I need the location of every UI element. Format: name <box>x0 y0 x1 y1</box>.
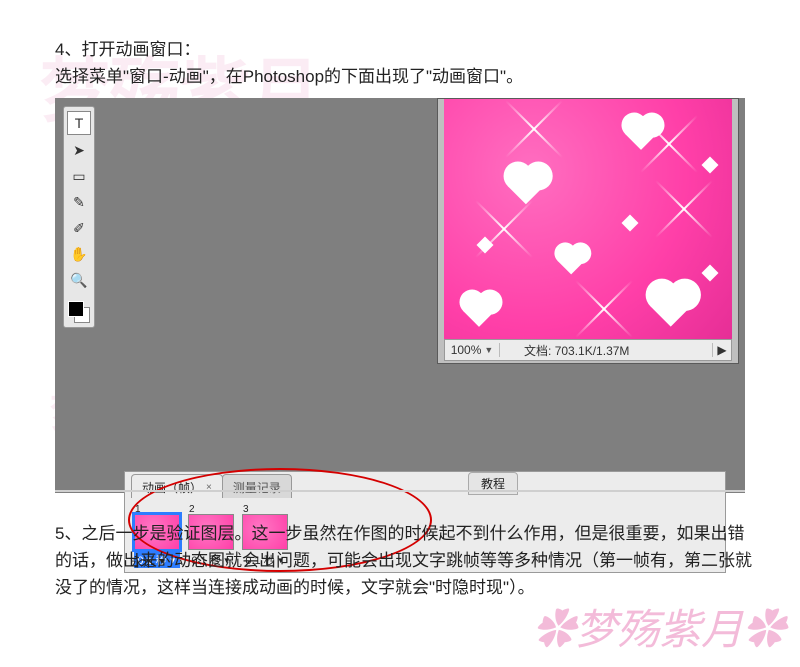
chevron-down-icon: ▼ <box>484 345 493 355</box>
signature-icon: ✿梦殇紫月✿ <box>533 596 785 657</box>
canvas-art[interactable] <box>444 99 732 339</box>
heart-icon <box>558 246 587 275</box>
tab-measure-log[interactable]: 测量记录 <box>222 474 292 498</box>
tab-label: 动画（帧） <box>142 479 202 496</box>
doc-info: 文档: 703.1K/1.37M <box>500 342 712 359</box>
zoom-level[interactable]: 100% ▼ <box>445 343 500 357</box>
canvas-statusbar: 100% ▼ 文档: 703.1K/1.37M ▶ <box>444 339 732 361</box>
tutorial-step5: 5、之后一步是验证图层。这一步虽然在作图的时候起不到什么作用，但是很重要，如果出… <box>55 520 755 602</box>
zoom-tool[interactable]: 🔍 <box>68 269 90 291</box>
scroll-right-icon[interactable]: ▶ <box>712 343 731 357</box>
diamond-icon <box>622 215 639 232</box>
frame-number: 2 <box>189 504 195 514</box>
zoom-value: 100% <box>451 343 482 357</box>
color-swatches[interactable] <box>68 301 90 323</box>
step4-body: 选择菜单"窗口-动画"，在Photoshop的下面出现了"动画窗口"。 <box>55 63 755 90</box>
notes-tool[interactable]: ✎ <box>68 191 90 213</box>
divider <box>55 490 745 492</box>
hand-tool[interactable]: ✋ <box>68 243 90 265</box>
heart-icon <box>508 166 546 204</box>
eyedropper-tool[interactable]: ✐ <box>68 217 90 239</box>
heart-icon <box>650 283 693 326</box>
tab-label: 测量记录 <box>233 479 281 496</box>
heart-icon <box>625 116 659 150</box>
tutorial-step4: 4、打开动画窗口： 选择菜单"窗口-动画"，在Photoshop的下面出现了"动… <box>55 36 755 90</box>
path-select-tool[interactable]: ➤ <box>68 139 90 161</box>
photoshop-screenshot: T ➤ ▭ ✎ ✐ ✋ 🔍 10 <box>55 98 745 493</box>
rectangle-tool[interactable]: ▭ <box>68 165 90 187</box>
heart-icon <box>463 293 497 327</box>
ps-toolbar: T ➤ ▭ ✎ ✐ ✋ 🔍 <box>63 106 95 328</box>
fg-swatch[interactable] <box>68 301 84 317</box>
type-tool[interactable]: T <box>67 111 91 135</box>
animation-tabs: 动画（帧） × 测量记录 <box>125 472 725 498</box>
canvas-window: 100% ▼ 文档: 703.1K/1.37M ▶ <box>437 98 739 364</box>
frame-number: 1 <box>135 504 141 514</box>
diamond-icon <box>702 265 719 282</box>
tab-animation-frames[interactable]: 动画（帧） × <box>131 474 223 498</box>
doc-label: 文档: <box>524 344 551 358</box>
step4-title: 4、打开动画窗口： <box>55 36 755 63</box>
doc-size: 703.1K/1.37M <box>555 344 630 358</box>
frame-number: 3 <box>243 504 249 514</box>
diamond-icon <box>702 157 719 174</box>
